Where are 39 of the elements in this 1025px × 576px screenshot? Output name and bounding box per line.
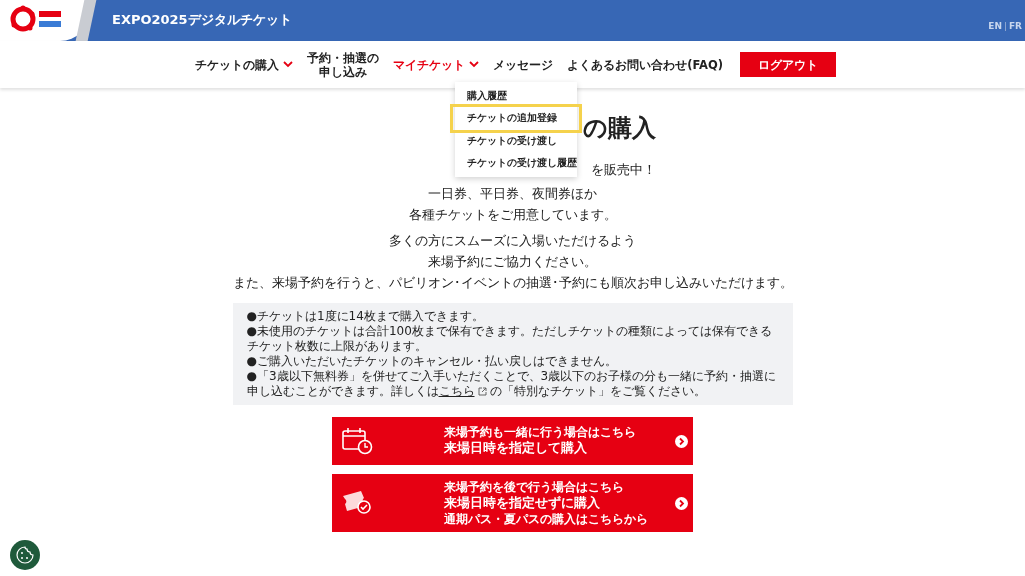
cookie-icon bbox=[16, 546, 34, 564]
button-note: 通期パス・夏パスの購入はこちらから bbox=[444, 512, 648, 526]
body-text: を販売中！ bbox=[591, 162, 657, 178]
menu-item[interactable]: チケットの受け渡し履歴 bbox=[455, 151, 577, 174]
menu-item[interactable]: 購入履歴 bbox=[455, 85, 577, 108]
site-title: EXPO2025デジタルチケット bbox=[112, 11, 292, 29]
external-link-icon bbox=[477, 387, 487, 396]
page-title: の購入 bbox=[583, 113, 657, 144]
body-text: 各種チケットをご用意しています。 bbox=[408, 207, 617, 223]
notice-text: ●ご購入いただいたチケットのキャンセル・払い戻しはできません。 bbox=[246, 354, 618, 369]
body-text: また、来場予約を行うと、パビリオン･イベントの抽選･予約にも順次お申し込みいただけます。 bbox=[232, 275, 793, 291]
purchase-button[interactable]: 来場予約も一緒に行う場合はこちら 来場日時を指定して購入 bbox=[332, 417, 693, 465]
chevron-right-icon bbox=[675, 496, 688, 510]
expo-logo-icon[interactable] bbox=[10, 5, 64, 33]
menu-item[interactable]: チケットの受け渡し bbox=[455, 129, 577, 152]
button-title: 来場日時を指定せずに購入 bbox=[444, 494, 601, 512]
body-text: 来場予約にご協力ください。 bbox=[428, 254, 597, 270]
notice-text: ●「3歳以下無料券」を併せてご入手いただくことで、3歳以下のお子様の分も一緒に予約・抽選に申し込むことができます。詳しくはこちら の「特別なチケット」をご覧ください。 bbox=[246, 369, 778, 399]
menu-item[interactable]: チケットの追加登録 bbox=[453, 107, 579, 130]
nav-link[interactable]: メッセージ bbox=[486, 57, 561, 72]
notice-text: ●未使用のチケットは合計100枚まで保有できます。ただしチケットの種類によっては保有できるチケット枚数に上限があります。 bbox=[246, 324, 773, 354]
logout-button[interactable]: ログアウト bbox=[740, 52, 836, 77]
body-text: 多くの方にスムーズに入場いただけるよう bbox=[389, 233, 636, 249]
link[interactable]: こちら bbox=[438, 384, 475, 398]
button-caption: 来場予約を後で行う場合はこちら bbox=[444, 480, 625, 494]
language-link[interactable]: FR bbox=[1008, 20, 1022, 34]
button-title: 来場日時を指定して購入 bbox=[444, 439, 588, 457]
purchase-button[interactable]: 来場予約を後で行う場合はこちら 来場日時を指定せずに購入 通期パス・夏パスの購入はこちらから bbox=[332, 474, 693, 532]
button-caption: 来場予約も一緒に行う場合はこちら bbox=[444, 425, 636, 439]
nav-link[interactable]: チケットの購入 bbox=[188, 57, 301, 72]
nav-link[interactable]: マイチケット bbox=[386, 57, 487, 72]
nav-link[interactable]: よくあるお問い合わせ(FAQ) bbox=[560, 57, 730, 72]
cookie-settings-button[interactable] bbox=[10, 540, 40, 570]
nav-link[interactable]: 予約・抽選の申し込み bbox=[300, 50, 387, 79]
body-text: 一日券、平日券、夜間券ほか bbox=[428, 186, 597, 202]
calendar-clock-icon bbox=[341, 426, 373, 456]
chevron-right-icon bbox=[675, 434, 688, 448]
notice-text: ●チケットは1度に14枚まで購入できます。 bbox=[246, 309, 485, 324]
language-link[interactable]: EN bbox=[988, 20, 1002, 34]
